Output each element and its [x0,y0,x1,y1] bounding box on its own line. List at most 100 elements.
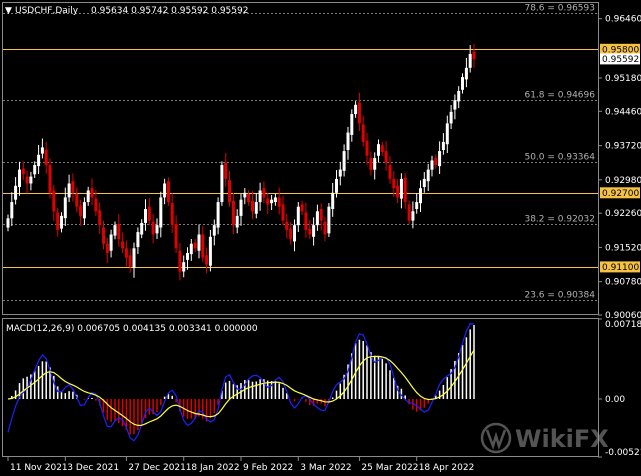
candle-body [262,188,266,198]
candle-body [441,141,445,150]
candle-body [415,202,419,209]
candle-body [197,234,201,251]
candle-body [357,102,361,124]
candle-body [296,206,300,226]
candle-body [430,160,434,170]
candle-body [377,144,380,156]
candle [71,173,75,202]
candle [403,173,407,209]
candle [82,197,86,225]
candle [270,195,274,210]
candle-body [247,193,251,202]
candle [438,141,442,174]
candle [277,187,281,215]
candle [441,133,445,155]
candle-body [453,100,457,110]
y-tick-label: 0.94460 [605,107,641,117]
candle [220,161,224,206]
x-tick-label: 27 Dec 2021 [128,463,186,473]
candle [312,217,316,246]
candle-body [186,253,189,260]
wikifx-watermark: WikiFX [480,422,609,454]
candle-body [201,234,205,258]
candle-body [90,188,94,198]
candle-body [384,150,388,163]
candle-body [323,221,327,235]
candle [472,43,476,68]
candle-body [438,151,442,167]
horizontal-levels[interactable] [3,49,598,268]
candle-body [422,178,426,187]
candle-body [426,169,430,182]
candle [14,177,18,205]
candle [304,202,308,238]
candle [346,126,350,160]
candle-body [319,209,323,221]
candle [40,138,44,159]
candle [300,200,304,215]
candle-body [254,202,258,214]
candle [44,142,48,174]
candle-body [224,162,228,179]
candle-body [396,185,400,198]
candle [90,178,94,206]
x-tick-label: 9 Feb 2022 [243,463,293,473]
header-arrow-icon[interactable]: ▼ [5,6,12,16]
candle-body [75,193,79,207]
candle [147,197,151,226]
wikifx-logo-mark [485,429,507,450]
candle-body [132,248,136,268]
candle-body [121,241,125,249]
candle [52,184,56,222]
candle [212,219,216,246]
candle [342,144,346,177]
candle-body [300,204,304,212]
candle-body [342,151,346,171]
badge-label: 0.91100 [602,263,639,273]
candle-body [52,190,56,212]
y-tick-label: 0.92980 [605,176,641,186]
candle-body [449,111,453,124]
candle [262,181,266,204]
candle [117,214,121,247]
candle-body [205,255,209,265]
candle [430,155,434,177]
candle-body [468,53,472,68]
candle-body [461,77,464,90]
candle [380,141,384,156]
candle-body [419,188,422,204]
candle [258,182,262,211]
candle-body [37,154,41,167]
candle [224,152,228,187]
candle [377,139,380,163]
candle [25,170,29,194]
candle-body [98,210,102,226]
x-tick-label: 3 Mar 2022 [300,463,351,473]
candle [449,105,453,130]
level-price-badge: 0.91100 [600,261,640,273]
candle [461,73,464,94]
candle-body [140,222,144,235]
candle-body [117,224,121,239]
candle-body [109,234,113,251]
candle [361,115,365,147]
candle [407,200,411,225]
candle [121,232,125,254]
candle-body [63,197,67,219]
candle [178,242,182,281]
candle-body [457,91,461,102]
candle-body [251,200,254,212]
candle-body [277,197,281,207]
candle [155,218,159,239]
macd-scale-label: 0.007186 [605,320,641,330]
candle-body [399,178,403,199]
candle [174,215,178,254]
candle-body [71,181,75,193]
candle [247,190,251,206]
candle [285,213,289,239]
candle [98,202,102,234]
chart-window[interactable]: 78.6 = 0.96593 61.8 = 0.94696 50.0 = 0.933… [0,0,641,476]
candle-body [67,183,71,198]
candle-body [285,221,289,230]
macd-scale-label: -0.005211 [605,448,641,458]
